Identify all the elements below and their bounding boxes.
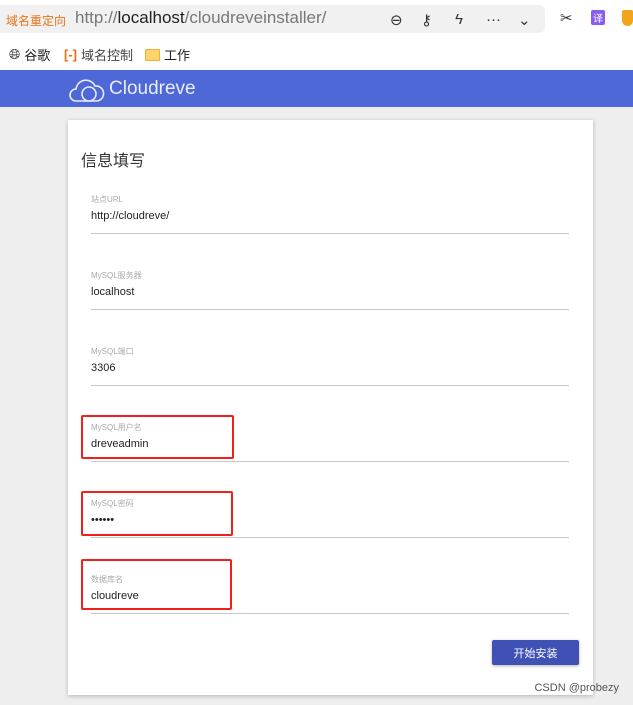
field-label: MySQL端口 xyxy=(91,347,134,356)
watermark: CSDN @probezy xyxy=(534,682,619,694)
cloud-icon xyxy=(69,79,105,102)
bookmark-google[interactable]: 🌐︎ 谷歌 xyxy=(9,45,50,64)
url-text[interactable]: http://localhost/cloudreveinstaller/ xyxy=(75,8,326,28)
globe-icon: 🌐︎ xyxy=(9,46,21,62)
browser-toolbar: 域名重定向 http://localhost/cloudreveinstalle… xyxy=(0,0,633,36)
lightning-icon[interactable]: ϟ xyxy=(455,11,463,28)
site-url-field[interactable]: 站点URL http://cloudreve/ xyxy=(91,194,569,234)
mysql-server-field[interactable]: MySQL服务器 localhost xyxy=(91,270,569,310)
shield-icon[interactable] xyxy=(622,10,633,26)
zoom-out-icon[interactable]: ⊖ xyxy=(390,11,403,29)
folder-icon xyxy=(145,48,160,61)
form-title: 信息填写 xyxy=(81,153,146,170)
mysql-port-input[interactable]: 3306 xyxy=(91,362,115,374)
bookmarks-bar: 🌐︎ 谷歌 [-] 域名控制 工作 xyxy=(0,36,633,70)
start-install-button[interactable]: 开始安装 xyxy=(492,640,579,665)
aliyun-icon: [-] xyxy=(64,47,77,62)
highlight-box xyxy=(81,415,234,459)
key-icon[interactable]: ⚷ xyxy=(421,11,432,29)
translate-icon[interactable]: 译 xyxy=(591,10,605,25)
address-bar[interactable]: 域名重定向 http://localhost/cloudreveinstalle… xyxy=(0,5,545,33)
highlight-box xyxy=(81,491,233,536)
mysql-server-input[interactable]: localhost xyxy=(91,286,134,298)
more-icon[interactable]: ··· xyxy=(486,11,501,28)
redirect-label: 域名重定向 xyxy=(6,14,67,28)
bookmark-domain[interactable]: [-] 域名控制 xyxy=(64,45,133,64)
field-label: MySQL服务器 xyxy=(91,271,142,280)
highlight-box xyxy=(81,559,232,610)
site-url-input[interactable]: http://cloudreve/ xyxy=(91,210,169,222)
chevron-down-icon[interactable]: ⌄ xyxy=(518,11,531,29)
app-header: Cloudreve xyxy=(0,70,633,107)
brand-logo[interactable]: Cloudreve xyxy=(68,75,196,103)
scissors-icon[interactable]: ✂ xyxy=(560,9,573,27)
bookmark-work[interactable]: 工作 xyxy=(145,45,190,64)
field-label: 站点URL xyxy=(91,195,124,204)
mysql-port-field[interactable]: MySQL端口 3306 xyxy=(91,346,569,386)
